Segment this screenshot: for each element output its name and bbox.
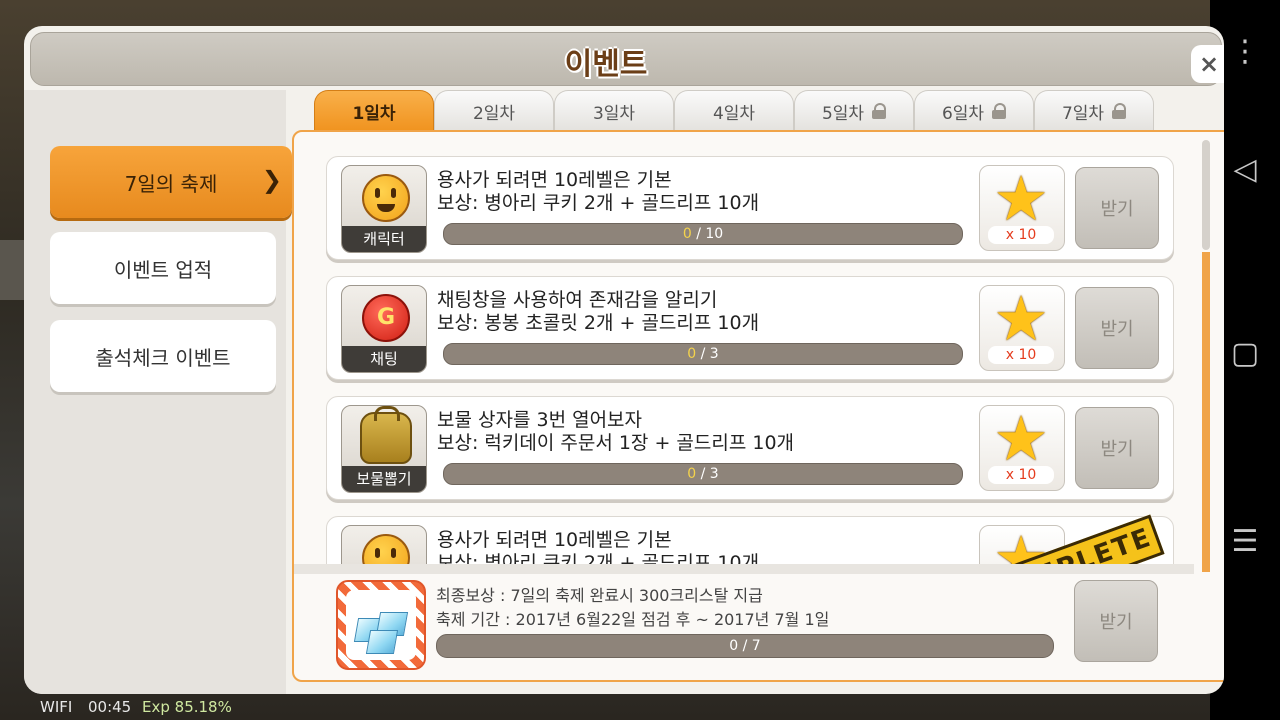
- final-reward-text: 최종보상 : 7일의 축제 완료시 300크리스탈 지급 축제 기간 : 201…: [436, 584, 829, 632]
- event-dialog: 이벤트 × 7일의 축제 ❯ 이벤트 업적 출석체크 이벤트 1일차 2일차 3…: [24, 26, 1224, 694]
- sidebar-item-7day-festival[interactable]: 7일의 축제 ❯: [50, 146, 292, 218]
- quest-title: 용사가 되려면 10레벨은 기본: [437, 169, 672, 191]
- quest-card: 캐릭터 용사가 되려면 10레벨은 기본 보상: 병아리 쿠키 2개 + 골드리…: [326, 156, 1174, 260]
- gold-leaf-icon: ★: [993, 282, 1049, 355]
- sidebar-item-attendance[interactable]: 출석체크 이벤트: [50, 320, 276, 392]
- final-reward-row: 최종보상 : 7일의 축제 완료시 300크리스탈 지급 축제 기간 : 201…: [294, 574, 1194, 680]
- tab-day-5[interactable]: 5일차: [794, 90, 914, 131]
- tab-label: 6일차: [941, 103, 985, 124]
- close-button[interactable]: ×: [1191, 45, 1224, 83]
- gold-leaf-icon: ★: [993, 162, 1049, 235]
- scrollbar-track: [1202, 252, 1210, 572]
- lock-icon: [992, 103, 1007, 119]
- quest-progress: 0 / 3: [443, 343, 963, 365]
- claim-button[interactable]: 받기: [1075, 287, 1159, 369]
- tab-label: 4일차: [712, 103, 756, 124]
- claim-button[interactable]: 받기: [1075, 167, 1159, 249]
- final-progress: 0 / 7: [436, 634, 1054, 658]
- quest-title: 채팅창을 사용하여 존재감을 알리기: [437, 289, 718, 311]
- scrollbar-thumb[interactable]: [1202, 140, 1210, 250]
- tab-day-6[interactable]: 6일차: [914, 90, 1034, 131]
- gold-leaf-icon: ★: [993, 402, 1049, 475]
- tab-day-4[interactable]: 4일차: [674, 90, 794, 131]
- progress-total: / 3: [700, 466, 719, 482]
- wifi-label: WIFI: [40, 698, 73, 716]
- quest-category: 캐릭터: [342, 226, 426, 252]
- progress-total: / 10: [696, 226, 724, 242]
- quest-progress: 0 / 3: [443, 463, 963, 485]
- clock: 00:45: [88, 698, 132, 716]
- reward-qty: x 10: [988, 466, 1054, 484]
- claim-button[interactable]: 받기: [1075, 407, 1159, 489]
- game-statusbar: WIFI 00:45 Exp 85.18%: [0, 694, 1210, 720]
- dialog-title: 이벤트: [564, 47, 648, 82]
- quest-category: 채팅: [342, 346, 426, 372]
- smiley-icon: [362, 174, 410, 222]
- chevron-right-icon: ❯: [261, 166, 282, 194]
- reward-qty: x 10: [988, 226, 1054, 244]
- quest-reward: 보상: 봉봉 초콜릿 2개 + 골드리프 10개: [437, 312, 760, 334]
- progress-current: 0: [687, 346, 697, 362]
- lock-icon: [872, 103, 887, 119]
- quest-title: 보물 상자를 3번 열어보자: [437, 409, 643, 431]
- quest-title: 용사가 되려면 10레벨은 기본: [437, 529, 672, 551]
- quest-icon: G 채팅: [341, 285, 427, 373]
- tab-day-1[interactable]: 1일차: [314, 90, 434, 131]
- reward-item[interactable]: ★ x 10: [979, 165, 1065, 251]
- reward-item[interactable]: ★ x 10: [979, 405, 1065, 491]
- sidebar: 7일의 축제 ❯ 이벤트 업적 출석체크 이벤트: [24, 90, 292, 694]
- exp-label: Exp 85.18%: [142, 698, 232, 716]
- reward-qty: x 10: [988, 346, 1054, 364]
- tab-label: 7일차: [1061, 103, 1105, 124]
- final-reward-desc: 최종보상 : 7일의 축제 완료시 300크리스탈 지급: [436, 586, 763, 605]
- title-bar: 이벤트 ×: [30, 32, 1224, 86]
- crystal-icon: [346, 590, 416, 660]
- tab-day-3[interactable]: 3일차: [554, 90, 674, 131]
- quest-icon: 캐릭터: [341, 165, 427, 253]
- progress-current: 0: [687, 466, 697, 482]
- quest-reward: 보상: 럭키데이 주문서 1장 + 골드리프 10개: [437, 432, 795, 454]
- final-claim-button[interactable]: 받기: [1074, 580, 1158, 662]
- chat-ball-icon: G: [362, 294, 410, 342]
- quest-card: G 채팅 채팅창을 사용하여 존재감을 알리기 보상: 봉봉 초콜릿 2개 + …: [326, 276, 1174, 380]
- sidebar-item-event-achievement[interactable]: 이벤트 업적: [50, 232, 276, 304]
- tab-day-7[interactable]: 7일차: [1034, 90, 1154, 131]
- quest-text: 용사가 되려면 10레벨은 기본 보상: 병아리 쿠키 2개 + 골드리프 10…: [437, 169, 759, 215]
- festival-period: 축제 기간 : 2017년 6월22일 점검 후 ~ 2017년 7월 1일: [436, 610, 830, 629]
- quest-text: 보물 상자를 3번 열어보자 보상: 럭키데이 주문서 1장 + 골드리프 10…: [437, 409, 794, 455]
- quest-icon: 보물뽑기: [341, 405, 427, 493]
- tab-label: 2일차: [472, 103, 516, 124]
- quest-list[interactable]: 캐릭터 용사가 되려면 10레벨은 기본 보상: 병아리 쿠키 2개 + 골드리…: [294, 132, 1194, 572]
- quest-category: 보물뽑기: [342, 466, 426, 492]
- quest-text: 채팅창을 사용하여 존재감을 알리기 보상: 봉봉 초콜릿 2개 + 골드리프 …: [437, 289, 759, 335]
- sidebar-item-label: 이벤트 업적: [113, 257, 213, 282]
- treasure-bag-icon: [360, 406, 412, 464]
- list-divider: [294, 564, 1194, 574]
- progress-total: / 3: [700, 346, 719, 362]
- sidebar-item-label: 출석체크 이벤트: [95, 345, 231, 370]
- tab-day-2[interactable]: 2일차: [434, 90, 554, 131]
- sidebar-item-label: 7일의 축제: [124, 171, 218, 196]
- quest-reward: 보상: 병아리 쿠키 2개 + 골드리프 10개: [437, 192, 760, 214]
- lock-icon: [1112, 103, 1127, 119]
- reward-item[interactable]: ★ x 10: [979, 285, 1065, 371]
- quest-card: 보물뽑기 보물 상자를 3번 열어보자 보상: 럭키데이 주문서 1장 + 골드…: [326, 396, 1174, 500]
- tab-label: 3일차: [592, 103, 636, 124]
- quest-progress: 0 / 10: [443, 223, 963, 245]
- final-reward-icon[interactable]: [336, 580, 426, 670]
- quest-panel: 캐릭터 용사가 되려면 10레벨은 기본 보상: 병아리 쿠키 2개 + 골드리…: [292, 130, 1224, 682]
- progress-current: 0: [682, 226, 692, 242]
- tab-label: 5일차: [821, 103, 865, 124]
- tab-label: 1일차: [352, 103, 396, 124]
